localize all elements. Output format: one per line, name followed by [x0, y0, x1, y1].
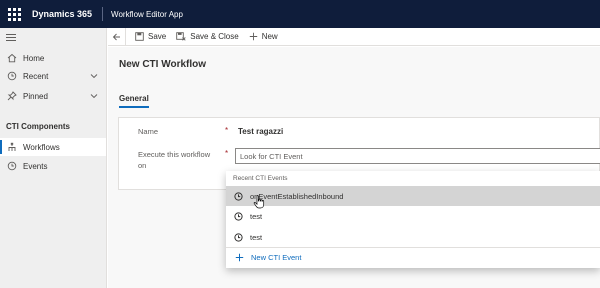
chevron-down-icon[interactable]	[90, 92, 98, 101]
flyout-item[interactable]: test	[226, 206, 600, 226]
sidebar-item-label: Home	[23, 53, 45, 63]
sidebar-item-workflows[interactable]: Workflows	[0, 138, 106, 156]
sidebar-item-label: Events	[23, 161, 48, 171]
workflow-icon	[6, 141, 18, 153]
clock-icon	[233, 211, 243, 221]
new-label: New	[261, 32, 278, 41]
required-marker: *	[225, 126, 229, 135]
execute-label-continued: on	[138, 161, 147, 170]
app-name[interactable]: Workflow Editor App	[103, 10, 183, 19]
new-cti-event-button[interactable]: New CTI Event	[226, 247, 600, 267]
name-label: Name	[138, 127, 159, 136]
new-cti-event-label: New CTI Event	[251, 253, 302, 262]
save-label: Save	[148, 32, 167, 41]
hand-cursor-icon	[253, 195, 265, 209]
sidebar-item-label: Pinned	[23, 91, 48, 101]
save-close-button[interactable]: Save & Close	[171, 28, 243, 46]
flyout-item-label: test	[250, 211, 263, 221]
save-button[interactable]: Save	[130, 28, 171, 46]
flyout-item[interactable]: onEventEstablishedInbound	[226, 186, 600, 206]
pin-icon	[6, 90, 18, 102]
sidebar: Home Recent Pinned CTI Components Workfl…	[0, 28, 107, 288]
section-label-cti-components: CTI Components	[6, 122, 70, 131]
clock-icon	[6, 160, 18, 172]
flyout-item-label: test	[250, 232, 263, 242]
required-marker: *	[225, 149, 229, 158]
command-bar: Save Save & Close New	[108, 27, 600, 46]
clock-icon	[6, 70, 18, 82]
sidebar-item-events[interactable]: Events	[0, 157, 106, 175]
app-launcher-icon[interactable]	[0, 0, 28, 28]
save-close-label: Save & Close	[190, 32, 239, 41]
save-icon	[135, 32, 144, 41]
hamburger-menu-icon[interactable]	[6, 34, 16, 42]
back-button[interactable]	[108, 27, 126, 46]
arrow-left-icon	[112, 33, 120, 40]
plus-icon	[249, 32, 258, 41]
brand-name[interactable]: Dynamics 365	[28, 7, 104, 21]
tab-general[interactable]: General	[119, 94, 149, 108]
lookup-flyout: Recent CTI Events onEventEstablishedInbo…	[226, 171, 600, 268]
top-bar: Dynamics 365 Workflow Editor App	[0, 0, 600, 28]
execute-label: Execute this workflow	[138, 150, 211, 159]
save-close-icon	[176, 32, 186, 41]
name-field[interactable]: Test ragazzi	[238, 127, 283, 136]
flyout-header: Recent CTI Events	[233, 175, 288, 182]
home-icon	[6, 52, 18, 64]
sidebar-item-label: Workflows	[23, 142, 60, 152]
lookup-placeholder: Look for CTI Event	[240, 151, 303, 161]
chevron-down-icon[interactable]	[90, 72, 98, 81]
plus-icon	[235, 253, 244, 262]
page-title: New CTI Workflow	[119, 59, 207, 70]
flyout-item[interactable]: test	[226, 227, 600, 247]
clock-icon	[233, 232, 243, 242]
clock-icon	[233, 191, 243, 201]
new-button[interactable]: New	[244, 28, 283, 46]
sidebar-item-recent[interactable]: Recent	[0, 67, 106, 85]
sidebar-item-pinned[interactable]: Pinned	[0, 87, 106, 105]
cti-event-lookup-input[interactable]: Look for CTI Event	[235, 148, 600, 164]
sidebar-item-label: Recent	[23, 71, 49, 81]
sidebar-item-home[interactable]: Home	[0, 49, 106, 67]
